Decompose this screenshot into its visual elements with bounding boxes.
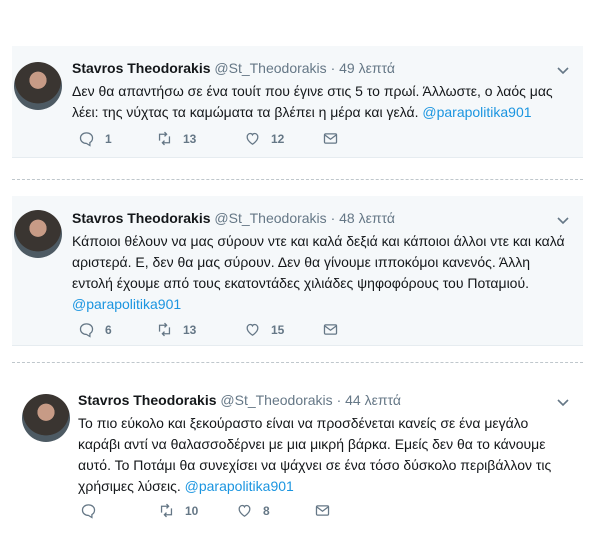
retweet-icon: [158, 322, 171, 337]
author-name[interactable]: Stavros Theodorakis: [78, 392, 217, 408]
message-button[interactable]: [322, 130, 339, 147]
reply-icon: [79, 323, 94, 338]
mention-link[interactable]: @parapolitika901: [422, 104, 531, 120]
timestamp[interactable]: 49 λεπτά: [339, 60, 395, 76]
divider: [12, 179, 583, 180]
separator: ·: [330, 210, 336, 226]
heart-icon: [246, 323, 259, 336]
reply-button[interactable]: [80, 502, 107, 519]
tweet-card[interactable]: Stavros Theodorakis @St_Theodorakis · 49…: [12, 46, 583, 158]
retweet-count: 13: [183, 131, 197, 146]
retweet-icon: [158, 131, 171, 146]
author-handle[interactable]: @St_Theodorakis: [214, 210, 326, 226]
author-name[interactable]: Stavros Theodorakis: [72, 210, 211, 226]
retweet-button[interactable]: 13: [156, 321, 196, 338]
like-count: 15: [271, 322, 285, 337]
timestamp[interactable]: 48 λεπτά: [339, 210, 395, 226]
tweet-card[interactable]: Stavros Theodorakis @St_Theodorakis · 48…: [12, 196, 583, 346]
message-button[interactable]: [322, 321, 339, 338]
envelope-icon: [323, 324, 338, 335]
retweet-count: 13: [183, 322, 197, 337]
envelope-icon: [323, 133, 338, 144]
like-count: 12: [271, 131, 285, 146]
mention-link[interactable]: @parapolitika901: [185, 478, 294, 494]
reply-count: 1: [105, 131, 112, 146]
retweet-button[interactable]: 10: [158, 502, 198, 519]
tweet-text: Δεν θα απαντήσω σε ένα τουίτ που έγινε σ…: [72, 81, 572, 123]
tweet-card[interactable]: Stavros Theodorakis @St_Theodorakis · 44…: [12, 378, 583, 528]
like-button[interactable]: 15: [244, 321, 284, 338]
tweet-body: Κάποιοι θέλουν να μας σύρουν ντε και καλ…: [72, 233, 565, 291]
like-button[interactable]: 12: [244, 130, 284, 147]
reply-button[interactable]: 6: [78, 321, 112, 338]
separator: ·: [330, 60, 336, 76]
avatar[interactable]: [22, 394, 70, 442]
heart-icon: [246, 132, 259, 145]
envelope-icon: [315, 505, 330, 516]
author-handle[interactable]: @St_Theodorakis: [220, 392, 332, 408]
chevron-down-icon[interactable]: [557, 214, 569, 226]
avatar[interactable]: [14, 62, 62, 110]
author-handle[interactable]: @St_Theodorakis: [214, 60, 326, 76]
tweet-header: Stavros Theodorakis @St_Theodorakis · 44…: [78, 392, 401, 408]
tweet-body: Το πιο εύκολο και ξεκούραστο είναι να πρ…: [78, 415, 552, 494]
reply-icon: [79, 132, 94, 147]
tweet-text: Το πιο εύκολο και ξεκούραστο είναι να πρ…: [78, 413, 572, 497]
like-count: 8: [263, 503, 270, 518]
retweet-button[interactable]: 13: [156, 130, 196, 147]
message-button[interactable]: [314, 502, 331, 519]
tweet-header: Stavros Theodorakis @St_Theodorakis · 49…: [72, 60, 395, 76]
chevron-down-icon[interactable]: [557, 64, 569, 76]
tweet-header: Stavros Theodorakis @St_Theodorakis · 48…: [72, 210, 395, 226]
retweet-icon: [160, 503, 173, 518]
author-name[interactable]: Stavros Theodorakis: [72, 60, 211, 76]
avatar[interactable]: [14, 210, 62, 258]
tweet-text: Κάποιοι θέλουν να μας σύρουν ντε και καλ…: [72, 231, 572, 315]
reply-count: 6: [105, 322, 112, 337]
retweet-count: 10: [185, 503, 199, 518]
timestamp[interactable]: 44 λεπτά: [345, 392, 401, 408]
separator: ·: [336, 392, 342, 408]
heart-icon: [238, 504, 251, 517]
mention-link[interactable]: @parapolitika901: [72, 296, 181, 312]
reply-icon: [81, 504, 96, 519]
reply-button[interactable]: 1: [78, 130, 112, 147]
divider: [12, 362, 583, 363]
like-button[interactable]: 8: [236, 502, 270, 519]
chevron-down-icon[interactable]: [557, 396, 569, 408]
